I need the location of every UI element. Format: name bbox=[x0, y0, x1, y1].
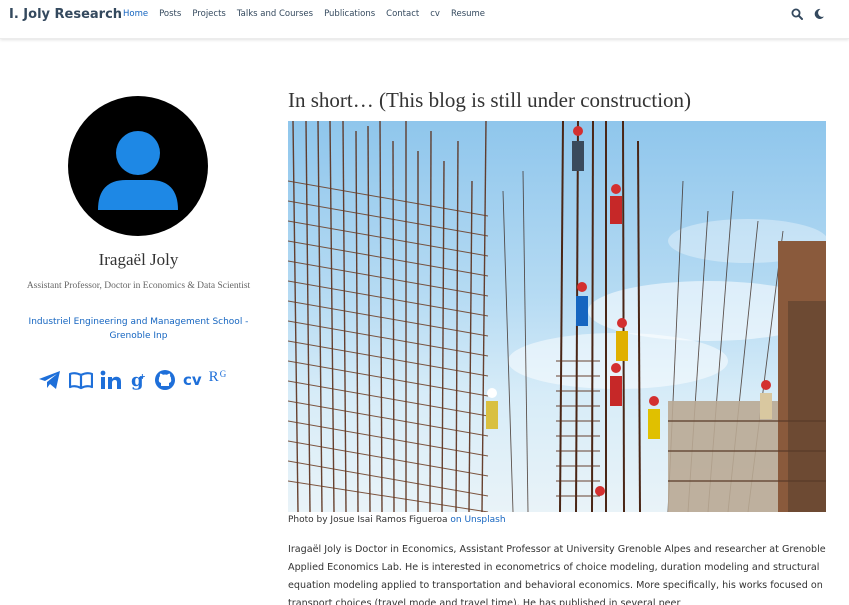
construction-photo bbox=[288, 121, 826, 512]
nav-item-home[interactable]: Home bbox=[123, 9, 148, 19]
nav-item-contact[interactable]: Contact bbox=[386, 9, 419, 19]
nav-item-posts[interactable]: Posts bbox=[159, 9, 181, 19]
user-icon bbox=[98, 131, 178, 210]
top-navbar: I. Joly Research Home Posts Projects Tal… bbox=[0, 0, 849, 39]
profile-organization[interactable]: Industriel Engineering and Management Sc… bbox=[20, 315, 257, 343]
profile-name: Iragaël Joly bbox=[98, 250, 179, 269]
researchgate-icon[interactable]: RG bbox=[209, 369, 233, 391]
hero-image bbox=[288, 121, 826, 512]
nav-item-projects[interactable]: Projects bbox=[192, 9, 226, 19]
profile-role: Assistant Professor, Doctor in Economics… bbox=[26, 281, 251, 291]
photo-caption: Photo by Josue Isai Ramos Figueroa on Un… bbox=[288, 515, 506, 525]
nav-item-resume[interactable]: Resume bbox=[451, 9, 485, 19]
social-links: g + cv RG bbox=[38, 369, 233, 391]
nav-item-publications[interactable]: Publications bbox=[324, 9, 375, 19]
unsplash-link[interactable]: on Unsplash bbox=[450, 515, 505, 525]
page-title: In short… (This blog is still under cons… bbox=[288, 88, 692, 112]
search-icon[interactable] bbox=[791, 8, 803, 20]
telegram-icon[interactable] bbox=[38, 370, 62, 390]
book-icon[interactable] bbox=[69, 370, 93, 390]
researchgate-label: RG bbox=[208, 369, 228, 385]
nav-item-cv[interactable]: cv bbox=[430, 9, 440, 19]
avatar bbox=[68, 96, 208, 236]
github-icon[interactable] bbox=[154, 369, 176, 391]
caption-text: Photo by Josue Isai Ramos Figueroa bbox=[288, 515, 448, 525]
linkedin-icon[interactable] bbox=[100, 370, 122, 390]
google-scholar-icon[interactable]: g + bbox=[129, 370, 147, 390]
moon-icon[interactable] bbox=[813, 8, 825, 20]
nav-item-talks-and-courses[interactable]: Talks and Courses bbox=[237, 9, 313, 19]
cv-icon[interactable]: cv bbox=[183, 371, 202, 389]
bio-paragraph: Iragaël Joly is Doctor in Economics, Ass… bbox=[288, 544, 826, 605]
main-nav: Home Posts Projects Talks and Courses Pu… bbox=[123, 9, 496, 19]
site-brand[interactable]: I. Joly Research bbox=[9, 7, 122, 22]
svg-text:+: + bbox=[139, 372, 146, 381]
